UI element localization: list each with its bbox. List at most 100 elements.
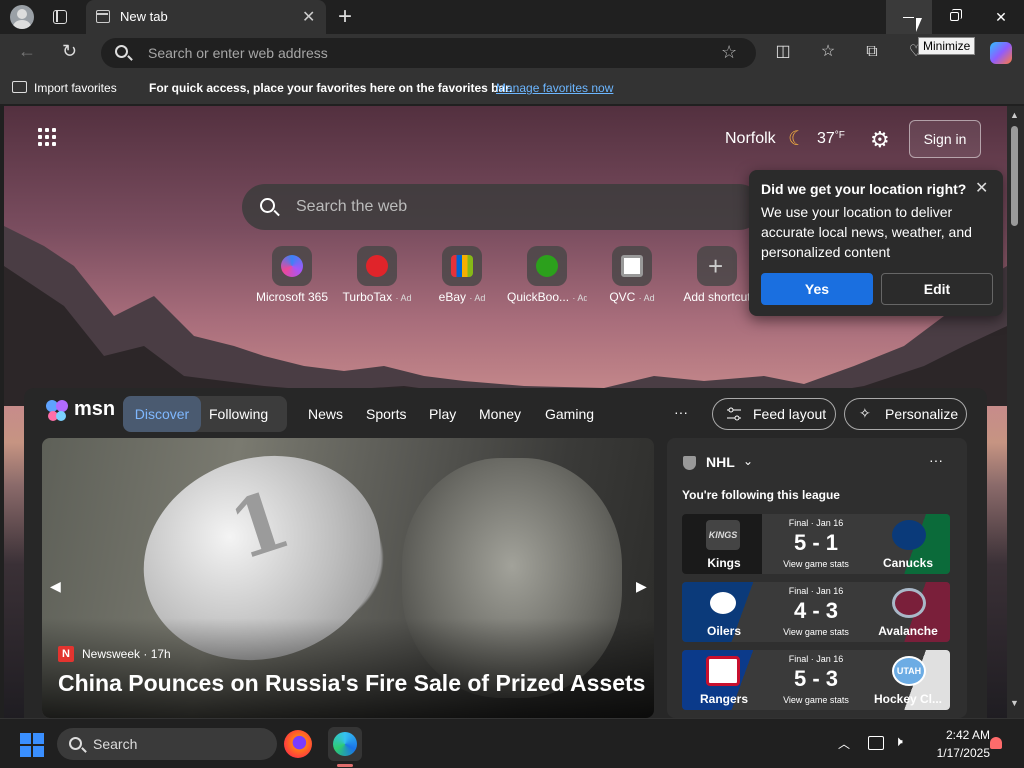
more-nav-button[interactable]: ··· <box>674 404 688 420</box>
search-icon <box>115 45 128 58</box>
close-icon: ✕ <box>995 9 1007 25</box>
nav-news[interactable]: News <box>308 406 343 422</box>
game-status: Final · Jan 16 <box>788 586 844 596</box>
edge-taskbar-button[interactable] <box>328 727 362 761</box>
import-favorites-button[interactable]: Import favorites <box>34 81 117 95</box>
sign-in-button[interactable]: Sign in <box>909 120 981 158</box>
nav-money[interactable]: Money <box>479 406 521 422</box>
nav-play[interactable]: Play <box>429 406 456 422</box>
shortcut-tile <box>357 246 397 286</box>
nav-gaming[interactable]: Gaming <box>545 406 594 422</box>
weather-city[interactable]: Norfolk <box>725 130 776 148</box>
copilot-icon[interactable] <box>990 42 1012 64</box>
split-screen-icon[interactable]: ◫ <box>773 42 793 62</box>
clock-time[interactable]: 2:42 AM <box>930 728 990 742</box>
shortcut-microsoft-365[interactable]: Microsoft 365 <box>252 246 332 304</box>
shortcut-turbotax[interactable]: TurboTax · Ad <box>337 246 417 304</box>
shortcut-tile <box>442 246 482 286</box>
favorites-bar: Import favorites For quick access, place… <box>0 72 1024 104</box>
view-game-stats-link[interactable]: View game stats <box>766 627 866 637</box>
article-headline[interactable]: China Pounces on Russia's Fire Sale of P… <box>58 670 645 697</box>
tab-actions-icon[interactable] <box>53 10 67 24</box>
minimize-tooltip: Minimize <box>918 37 976 55</box>
close-icon[interactable]: ✕ <box>975 178 988 198</box>
nav-sports[interactable]: Sports <box>366 406 406 422</box>
canucks-logo-icon <box>892 520 926 550</box>
msn-brand[interactable]: msn <box>74 398 115 421</box>
shortcut-ebay[interactable]: eBay · Ad <box>422 246 502 304</box>
game-rangers-hockey-club[interactable]: UTAH Rangers Hockey Cl... Final · Jan 16… <box>682 650 950 710</box>
apps-grid-icon[interactable] <box>38 128 58 148</box>
personalize-button[interactable]: ✧ Personalize <box>844 398 967 430</box>
close-window-button[interactable]: ✕ <box>978 0 1024 34</box>
away-team: Hockey Cl... <box>873 692 943 706</box>
tab-new-tab[interactable]: New tab ✕ <box>86 0 326 34</box>
mouse-cursor <box>916 18 922 32</box>
shortcut-label: eBay <box>438 290 466 304</box>
taskbar-search[interactable]: Search <box>57 728 277 760</box>
game-status: Final · Jan 16 <box>788 518 844 528</box>
next-arrow-icon[interactable]: ▶ <box>636 578 647 595</box>
nhl-more-button[interactable]: ··· <box>929 452 943 468</box>
tab-following[interactable]: Following <box>209 396 268 432</box>
game-score: 5 - 1 <box>793 530 839 555</box>
game-kings-canucks[interactable]: KINGS Kings Canucks Final · Jan 16 5 - 1… <box>682 514 950 574</box>
location-edit-button[interactable]: Edit <box>881 273 993 305</box>
collections-icon[interactable]: ⧉ <box>862 42 882 62</box>
firefox-icon[interactable] <box>284 730 312 758</box>
home-team: Rangers <box>699 692 749 706</box>
network-icon[interactable] <box>868 736 884 750</box>
chevron-down-icon[interactable]: ⌄ <box>743 454 753 468</box>
quickbooks-icon <box>536 255 558 277</box>
scroll-up-icon[interactable]: ▲ <box>1010 110 1019 120</box>
refresh-icon[interactable]: ↻ <box>62 41 77 62</box>
feed-toggle: Discover Following <box>123 396 287 432</box>
active-app-indicator <box>337 764 353 767</box>
web-search-box[interactable]: Search the web <box>242 184 762 230</box>
oilers-logo-icon <box>706 588 740 618</box>
chevron-up-icon[interactable]: ︿ <box>838 735 850 752</box>
hero-article[interactable]: 1 ◀ ▶ N Newsweek · 17h China Pounces on … <box>42 438 654 718</box>
previous-arrow-icon[interactable]: ◀ <box>50 578 61 595</box>
gear-icon[interactable]: ⚙ <box>870 127 890 153</box>
location-popup: Did we get your location right? ✕ We use… <box>749 170 1003 316</box>
address-bar[interactable]: Search or enter web address ☆ <box>101 38 756 68</box>
favorites-icon[interactable]: ☆ <box>818 42 838 62</box>
shortcut-label: Microsoft 365 <box>255 290 329 304</box>
feed-layout-label: Feed layout <box>753 406 827 422</box>
back-icon[interactable]: ← <box>18 41 36 62</box>
article-source: Newsweek · 17h <box>82 647 171 661</box>
nhl-title[interactable]: NHL <box>706 454 735 470</box>
tab-close-icon[interactable]: ✕ <box>302 7 315 27</box>
scroll-thumb[interactable] <box>1011 126 1018 226</box>
web-search-input[interactable]: Search the web <box>296 198 407 216</box>
shortcut-tile <box>272 246 312 286</box>
nhl-shield-icon <box>683 456 696 470</box>
shortcut-tile <box>612 246 652 286</box>
clock-date[interactable]: 1/17/2025 <box>916 746 990 760</box>
shortcut-quickbooks[interactable]: QuickBoo... · Ad <box>507 246 587 304</box>
msn-butterfly-icon <box>46 400 68 421</box>
weather-temperature[interactable]: 37°F <box>817 130 845 148</box>
shortcut-qvc[interactable]: QVC · Ad <box>592 246 672 304</box>
game-oilers-avalanche[interactable]: Oilers Avalanche Final · Jan 16 4 - 3 Vi… <box>682 582 950 642</box>
profile-icon[interactable] <box>10 5 34 29</box>
windows-start-icon[interactable] <box>20 733 44 757</box>
location-yes-button[interactable]: Yes <box>761 273 873 305</box>
view-game-stats-link[interactable]: View game stats <box>766 559 866 569</box>
manage-favorites-link[interactable]: Manage favorites now <box>496 81 613 95</box>
shortcut-add[interactable]: + Add shortcut <box>677 246 757 304</box>
address-input[interactable]: Search or enter web address <box>148 45 328 61</box>
search-icon <box>260 198 275 213</box>
volume-muted-icon[interactable]: 🕨 <box>894 733 903 750</box>
shortcut-label: QVC <box>609 290 636 304</box>
rangers-logo-icon <box>706 656 740 686</box>
add-favorite-star-icon[interactable]: ☆ <box>721 42 737 63</box>
tab-discover[interactable]: Discover <box>123 396 201 432</box>
notification-bell-icon[interactable] <box>990 737 1002 749</box>
feed-layout-button[interactable]: Feed layout <box>712 398 836 430</box>
scroll-down-icon[interactable]: ▼ <box>1010 698 1019 708</box>
search-icon <box>69 737 82 750</box>
view-game-stats-link[interactable]: View game stats <box>766 695 866 705</box>
new-tab-button[interactable]: + <box>338 3 352 31</box>
